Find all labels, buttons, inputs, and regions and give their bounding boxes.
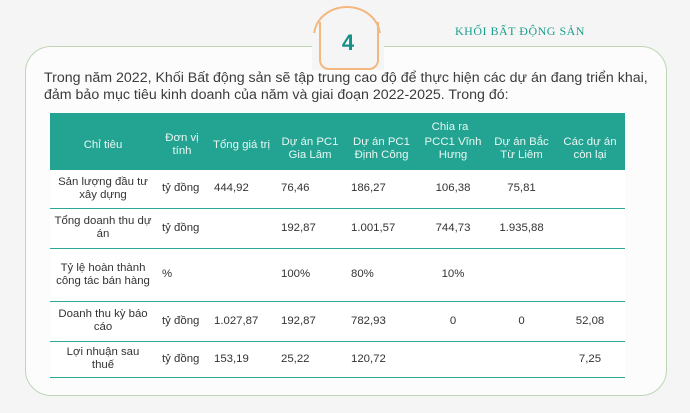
row-unit: % <box>156 248 208 302</box>
section-number-badge: 4 <box>341 30 355 55</box>
table-row: Doanh thu kỳ báo cáo tỷ đồng 1.027,87 19… <box>50 301 625 342</box>
row-value-p4: 0 <box>488 301 555 342</box>
row-value-p3: 10% <box>418 248 488 302</box>
row-value-p2: 80% <box>345 248 418 302</box>
row-value-p5: 7,25 <box>555 341 625 378</box>
header-project-others: Các dự án còn lại <box>555 135 625 170</box>
row-unit: tỷ đồng <box>156 208 208 249</box>
table-header-row: Chỉ tiêu Đơn vị tính Tổng giá trị Chia r… <box>50 113 625 170</box>
row-value-p4: 1.935,88 <box>488 208 555 249</box>
row-value-p3: 0 <box>418 301 488 342</box>
header-project-vinh-hung: PCC1 Vĩnh Hưng <box>418 135 488 170</box>
row-value-p1: 100% <box>275 248 345 302</box>
row-value-p5 <box>555 170 625 209</box>
header-project-dinh-cong: Dự án PC1 Định Công <box>345 135 418 170</box>
row-value-p2: 120,72 <box>345 341 418 378</box>
row-total: 153,19 <box>208 341 275 378</box>
row-label: Doanh thu kỳ báo cáo <box>50 301 156 342</box>
table-row: Tổng doanh thu dự án tỷ đồng 192,87 1.00… <box>50 208 625 249</box>
table-row: Sản lượng đầu tư xây dựng tỷ đồng 444,92… <box>50 170 625 209</box>
header-project-bac-tu-liem: Dự án Bắc Từ Liêm <box>488 135 555 170</box>
row-total <box>208 248 275 302</box>
page: 4 KHỐI BẤT ĐỘNG SẢN Trong năm 2022, Khối… <box>0 0 690 413</box>
header-unit: Đơn vị tính <box>156 113 208 170</box>
row-value-p5 <box>555 208 625 249</box>
row-total: 444,92 <box>208 170 275 209</box>
row-value-p5 <box>555 248 625 302</box>
row-value-p5: 52,08 <box>555 301 625 342</box>
real-estate-targets-table: Chỉ tiêu Đơn vị tính Tổng giá trị Chia r… <box>50 113 625 378</box>
row-value-p3: 106,38 <box>418 170 488 209</box>
table-row: Tỷ lệ hoàn thành công tác bán hàng % 100… <box>50 248 625 302</box>
row-value-p2: 1.001,57 <box>345 208 418 249</box>
row-value-p3: 744,73 <box>418 208 488 249</box>
row-value-p1: 192,87 <box>275 208 345 249</box>
row-total: 1.027,87 <box>208 301 275 342</box>
row-label: Tỷ lệ hoàn thành công tác bán hàng <box>50 248 156 302</box>
row-unit: tỷ đồng <box>156 170 208 209</box>
row-label: Tổng doanh thu dự án <box>50 208 156 249</box>
section-label: KHỐI BẤT ĐỘNG SẢN <box>455 24 585 38</box>
row-value-p4 <box>488 248 555 302</box>
header-indicator: Chỉ tiêu <box>50 113 156 170</box>
row-value-p2: 186,27 <box>345 170 418 209</box>
row-value-p1: 25,22 <box>275 341 345 378</box>
header-breakdown: Chia ra <box>275 113 625 135</box>
row-total <box>208 208 275 249</box>
row-value-p1: 76,46 <box>275 170 345 209</box>
row-label: Sản lượng đầu tư xây dựng <box>50 170 156 209</box>
row-value-p3 <box>418 341 488 378</box>
header-project-gia-lam: Dự án PC1 Gia Lâm <box>275 135 345 170</box>
row-value-p4: 75,81 <box>488 170 555 209</box>
row-value-p4 <box>488 341 555 378</box>
row-value-p1: 192,87 <box>275 301 345 342</box>
row-value-p2: 782,93 <box>345 301 418 342</box>
row-label: Lợi nhuận sau thuế <box>50 341 156 378</box>
row-unit: tỷ đồng <box>156 341 208 378</box>
row-unit: tỷ đồng <box>156 301 208 342</box>
header-total: Tổng giá trị <box>208 113 275 170</box>
intro-paragraph: Trong năm 2022, Khối Bất động sản sẽ tập… <box>44 70 648 103</box>
table-row: Lợi nhuận sau thuế tỷ đồng 153,19 25,22 … <box>50 341 625 378</box>
